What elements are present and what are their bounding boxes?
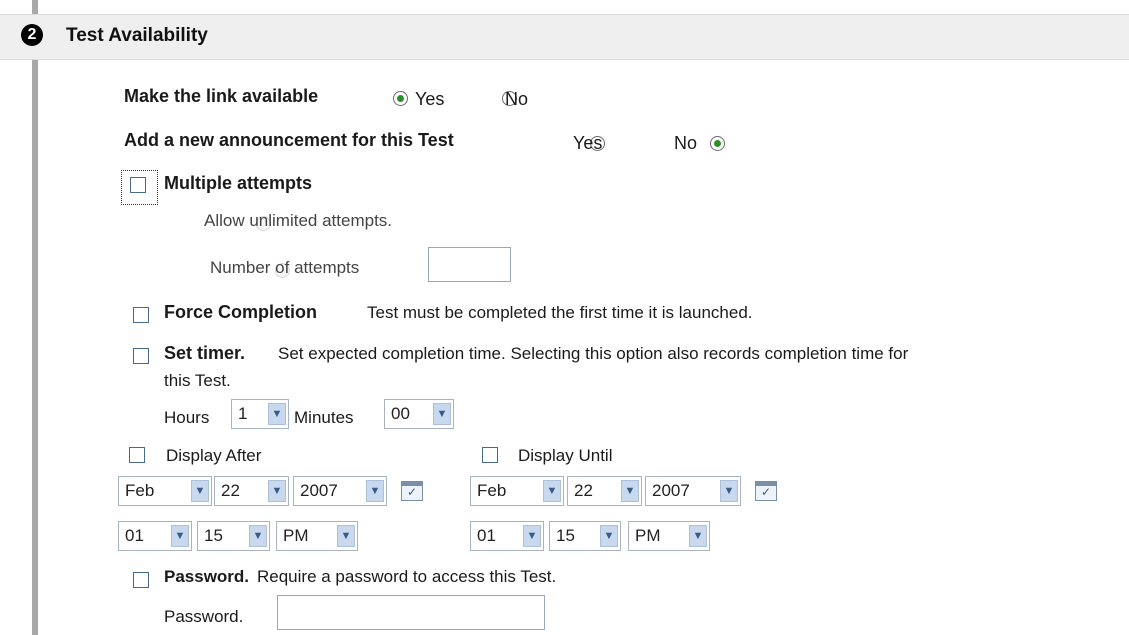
minutes-select[interactable]: 00 ▼ [384, 399, 454, 429]
make-link-yes-radio[interactable] [393, 91, 408, 107]
calendar-icon[interactable]: ✓ [755, 481, 777, 501]
chevron-down-icon: ▼ [171, 525, 189, 547]
display-after-year-value: 2007 [300, 481, 338, 500]
chevron-down-icon: ▼ [433, 403, 451, 425]
chevron-down-icon: ▼ [600, 525, 618, 547]
set-timer-description: Set expected completion time. Selecting … [278, 344, 909, 363]
display-after-label: Display After [166, 446, 262, 465]
make-link-yes-label: Yes [415, 89, 445, 109]
display-until-year-value: 2007 [652, 481, 690, 500]
password-field-label: Password. [164, 607, 244, 626]
section-title: Test Availability [66, 25, 208, 46]
display-until-minute-value: 15 [556, 526, 575, 545]
make-link-label: Make the link available [124, 86, 319, 106]
display-until-ampm-select[interactable]: PM ▼ [628, 521, 710, 551]
announcement-yes-label: Yes [573, 133, 603, 153]
chevron-down-icon: ▼ [337, 525, 355, 547]
password-checkbox[interactable] [133, 572, 149, 588]
hours-select[interactable]: 1 ▼ [231, 399, 289, 429]
force-completion-label: Force Completion [164, 302, 318, 322]
chevron-down-icon: ▼ [249, 525, 267, 547]
set-timer-label: Set timer. [164, 343, 246, 363]
display-until-hour-value: 01 [477, 526, 496, 545]
chevron-down-icon: ▼ [621, 480, 639, 502]
number-attempts-label: Number of attempts [210, 258, 360, 277]
minutes-value: 00 [391, 404, 410, 423]
force-completion-description: Test must be completed the first time it… [367, 303, 753, 322]
calendar-icon[interactable]: ✓ [401, 481, 423, 501]
multiple-attempts-checkbox[interactable] [130, 177, 146, 193]
display-after-ampm-value: PM [283, 526, 309, 545]
chevron-down-icon: ▼ [191, 480, 209, 502]
display-until-ampm-value: PM [635, 526, 661, 545]
display-after-ampm-select[interactable]: PM ▼ [276, 521, 358, 551]
display-until-year-select[interactable]: 2007 ▼ [645, 476, 741, 506]
password-option-description: Require a password to access this Test. [257, 567, 557, 586]
announcement-label: Add a new announcement for this Test [124, 130, 454, 150]
password-input[interactable] [277, 595, 545, 630]
announcement-no-radio[interactable] [710, 136, 726, 152]
display-until-day-select[interactable]: 22 ▼ [567, 476, 642, 506]
display-after-hour-select[interactable]: 01 ▼ [118, 521, 192, 551]
hours-value: 1 [238, 404, 248, 423]
display-after-checkbox[interactable] [129, 447, 145, 463]
chevron-down-icon: ▼ [720, 480, 738, 502]
display-until-month-value: Feb [477, 481, 507, 500]
chevron-down-icon: ▼ [543, 480, 561, 502]
display-after-year-select[interactable]: 2007 ▼ [293, 476, 387, 506]
display-until-checkbox[interactable] [482, 447, 498, 463]
section-header: 2 Test Availability [0, 14, 1129, 60]
display-until-label: Display Until [518, 446, 613, 465]
set-timer-description-cont: this Test. [164, 371, 231, 390]
chevron-down-icon: ▼ [268, 403, 286, 425]
display-until-hour-select[interactable]: 01 ▼ [470, 521, 544, 551]
chevron-down-icon: ▼ [689, 525, 707, 547]
display-after-minute-value: 15 [204, 526, 223, 545]
display-after-month-select[interactable]: Feb ▼ [118, 476, 212, 506]
announcement-no-label: No [674, 133, 698, 153]
section-left-rule [32, 0, 38, 635]
display-after-day-select[interactable]: 22 ▼ [214, 476, 289, 506]
display-after-minute-select[interactable]: 15 ▼ [197, 521, 270, 551]
display-until-day-value: 22 [574, 481, 593, 500]
make-link-no-label: No [505, 89, 529, 109]
display-after-month-value: Feb [125, 481, 155, 500]
number-attempts-input[interactable] [428, 247, 511, 282]
display-after-day-value: 22 [221, 481, 240, 500]
display-until-minute-select[interactable]: 15 ▼ [549, 521, 621, 551]
unlimited-attempts-label: Allow unlimited attempts. [204, 211, 393, 230]
chevron-down-icon: ▼ [523, 525, 541, 547]
display-until-month-select[interactable]: Feb ▼ [470, 476, 564, 506]
multiple-attempts-label: Multiple attempts [164, 173, 313, 193]
force-completion-checkbox[interactable] [133, 307, 149, 323]
minutes-label: Minutes [294, 408, 354, 427]
hours-label: Hours [164, 408, 210, 427]
step-number-badge: 2 [21, 24, 43, 46]
set-timer-checkbox[interactable] [133, 348, 149, 364]
password-option-label: Password. [164, 567, 250, 586]
display-after-hour-value: 01 [125, 526, 144, 545]
chevron-down-icon: ▼ [366, 480, 384, 502]
chevron-down-icon: ▼ [268, 480, 286, 502]
